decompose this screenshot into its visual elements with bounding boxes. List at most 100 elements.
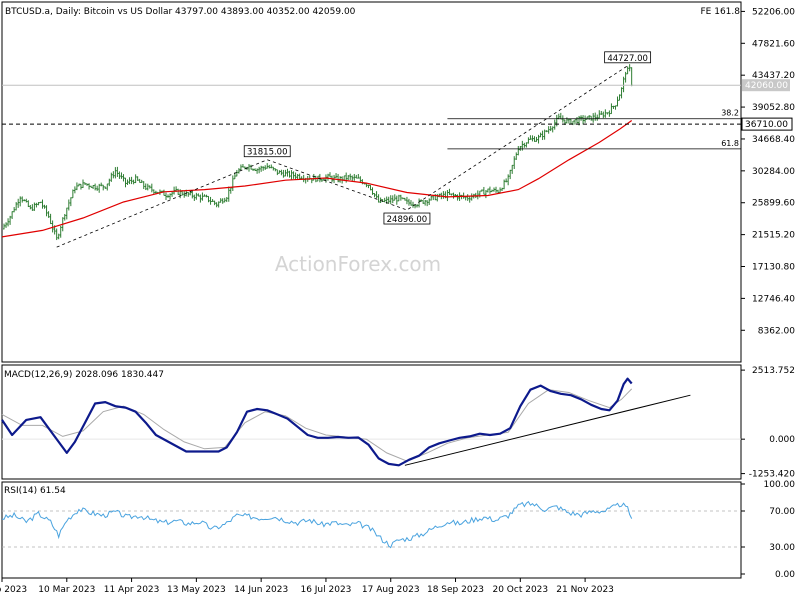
candle bbox=[480, 189, 483, 192]
candle bbox=[292, 171, 295, 179]
candle bbox=[264, 165, 267, 170]
candle bbox=[221, 198, 224, 204]
candle bbox=[11, 211, 14, 219]
candle bbox=[505, 178, 508, 183]
candle bbox=[128, 177, 131, 185]
candle bbox=[359, 176, 362, 183]
candle bbox=[576, 117, 579, 124]
candle bbox=[486, 188, 489, 193]
candle bbox=[393, 194, 396, 201]
candle bbox=[138, 178, 141, 184]
swing-annotation-label: 44727.00 bbox=[607, 54, 648, 64]
candle bbox=[320, 178, 323, 182]
rsi-y-tick-label: 70.00 bbox=[769, 507, 795, 517]
price-y-tick-label: 8362.00 bbox=[758, 326, 795, 336]
candle bbox=[515, 152, 518, 160]
candle bbox=[55, 228, 58, 241]
candle bbox=[495, 186, 498, 193]
candle bbox=[187, 191, 190, 197]
candle bbox=[397, 194, 400, 202]
candle bbox=[266, 163, 269, 169]
candle bbox=[357, 174, 360, 179]
candle bbox=[383, 197, 386, 203]
candle bbox=[7, 218, 10, 227]
candle bbox=[223, 197, 226, 203]
candle bbox=[146, 183, 149, 191]
candle bbox=[231, 175, 234, 191]
candle bbox=[88, 183, 91, 190]
candle bbox=[403, 197, 406, 201]
candle bbox=[90, 185, 93, 188]
candle bbox=[476, 190, 479, 200]
candle bbox=[280, 169, 283, 176]
candle bbox=[193, 194, 196, 201]
candle bbox=[3, 223, 6, 230]
macd-y-tick-label: -1253.420 bbox=[749, 470, 795, 480]
candle bbox=[49, 213, 52, 225]
candle bbox=[116, 166, 119, 177]
rsi-y-tick-label: 100.00 bbox=[764, 480, 796, 490]
candle bbox=[252, 168, 255, 171]
candle bbox=[442, 191, 445, 199]
rsi-line bbox=[1, 500, 633, 549]
x-axis-tick-label: 14 Jun 2023 bbox=[234, 585, 288, 595]
price-y-tick-label: 34668.40 bbox=[752, 135, 795, 145]
macd-title: MACD(12,26,9) 2028.096 1830.447 bbox=[4, 370, 164, 380]
candle bbox=[73, 186, 76, 194]
candle bbox=[248, 164, 251, 172]
candle bbox=[347, 175, 350, 181]
fibonacci-level-label: 38.2 bbox=[721, 109, 739, 118]
candle bbox=[136, 176, 139, 181]
candle bbox=[543, 129, 546, 140]
candle bbox=[5, 222, 8, 228]
candle bbox=[430, 195, 433, 201]
candle bbox=[545, 130, 548, 133]
candle bbox=[130, 176, 133, 185]
candle bbox=[227, 186, 230, 202]
candle bbox=[511, 164, 514, 174]
candle bbox=[369, 184, 372, 191]
watermark: ActionForex.com bbox=[275, 252, 441, 276]
candle bbox=[624, 71, 627, 83]
candle bbox=[290, 170, 293, 180]
candle bbox=[460, 194, 463, 200]
candle bbox=[71, 189, 74, 199]
candle bbox=[596, 114, 599, 121]
candle bbox=[23, 199, 26, 202]
candle bbox=[79, 183, 82, 190]
candle bbox=[195, 192, 198, 200]
candle bbox=[375, 191, 378, 199]
candle bbox=[169, 193, 172, 200]
candle bbox=[201, 192, 204, 201]
candle bbox=[470, 193, 473, 201]
candle bbox=[326, 173, 329, 181]
swing-annotation-label: 31815.00 bbox=[247, 148, 288, 158]
candle bbox=[51, 220, 54, 233]
candle bbox=[452, 192, 455, 199]
x-axis-tick-label: 11 Apr 2023 bbox=[104, 585, 160, 595]
candle bbox=[114, 167, 117, 179]
candle bbox=[100, 182, 103, 187]
candle bbox=[241, 164, 244, 168]
candle bbox=[567, 118, 570, 124]
candle bbox=[282, 169, 285, 178]
candle bbox=[422, 200, 425, 204]
candle bbox=[456, 194, 459, 201]
price-y-tick-label: 21515.20 bbox=[752, 231, 795, 241]
candle bbox=[235, 169, 238, 177]
macd-panel bbox=[1, 377, 741, 467]
candle bbox=[29, 205, 32, 210]
candle bbox=[630, 67, 633, 87]
candle bbox=[580, 115, 583, 121]
candle bbox=[527, 137, 530, 144]
candle bbox=[482, 186, 485, 195]
candle bbox=[428, 198, 431, 205]
candle bbox=[84, 182, 87, 185]
moving-average-line bbox=[1, 120, 633, 238]
candle bbox=[118, 171, 121, 179]
candle bbox=[239, 164, 242, 171]
candle bbox=[162, 189, 165, 196]
x-axis-tick-label: 10 Mar 2023 bbox=[38, 585, 95, 595]
last-price-label: 42060.00 bbox=[745, 81, 788, 91]
candle bbox=[211, 199, 214, 202]
